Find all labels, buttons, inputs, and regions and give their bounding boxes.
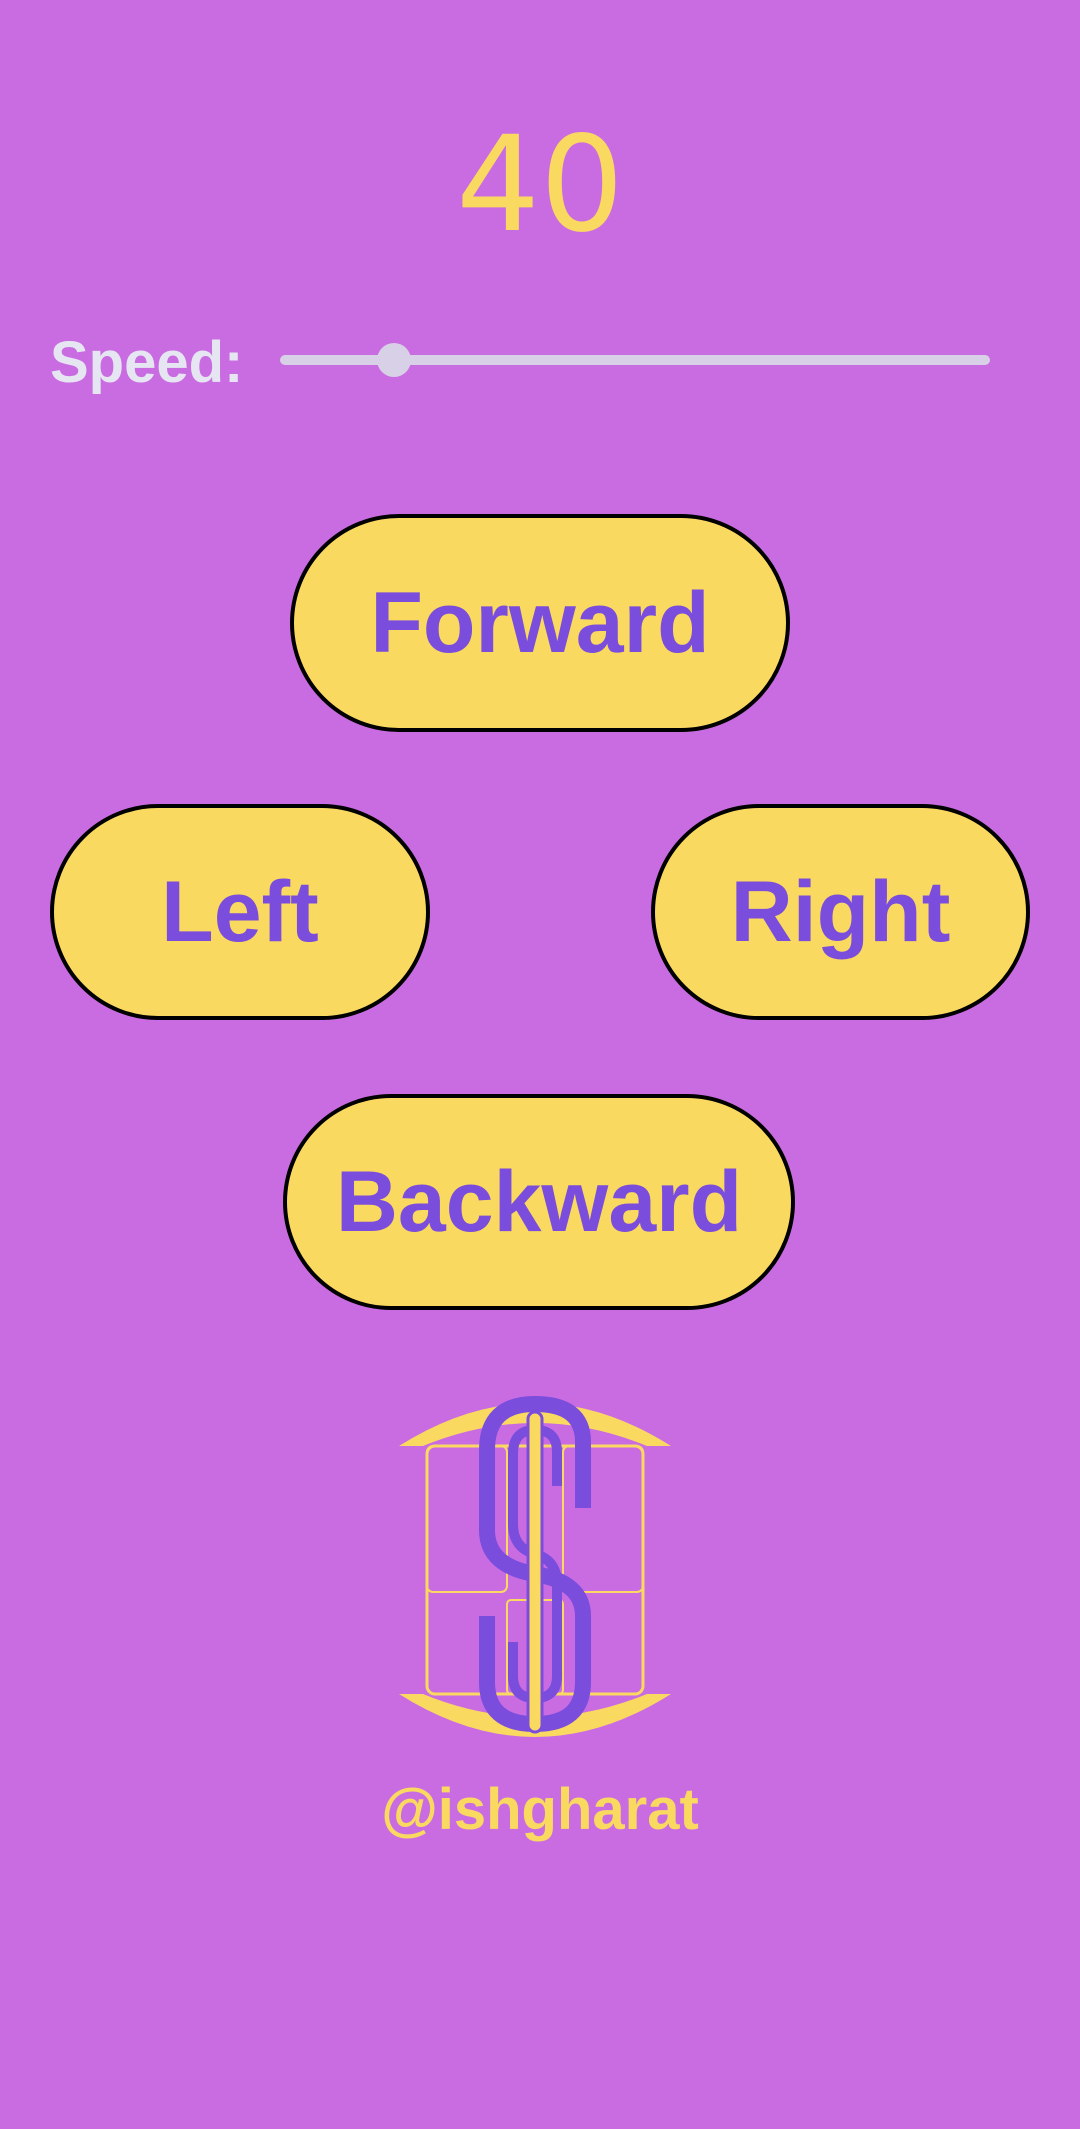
left-button[interactable]: Left xyxy=(50,804,430,1020)
speed-value-display: 40 xyxy=(456,108,624,262)
speed-slider[interactable] xyxy=(280,343,990,377)
speed-slider-thumb[interactable] xyxy=(376,343,411,377)
forward-button[interactable]: Forward xyxy=(290,514,790,732)
right-button[interactable]: Right xyxy=(651,804,1030,1020)
backward-button[interactable]: Backward xyxy=(283,1094,795,1310)
speed-label: Speed: xyxy=(50,330,244,395)
s-monogram-logo-icon xyxy=(399,1396,671,1737)
author-handle: @ishgharat xyxy=(381,1777,699,1842)
